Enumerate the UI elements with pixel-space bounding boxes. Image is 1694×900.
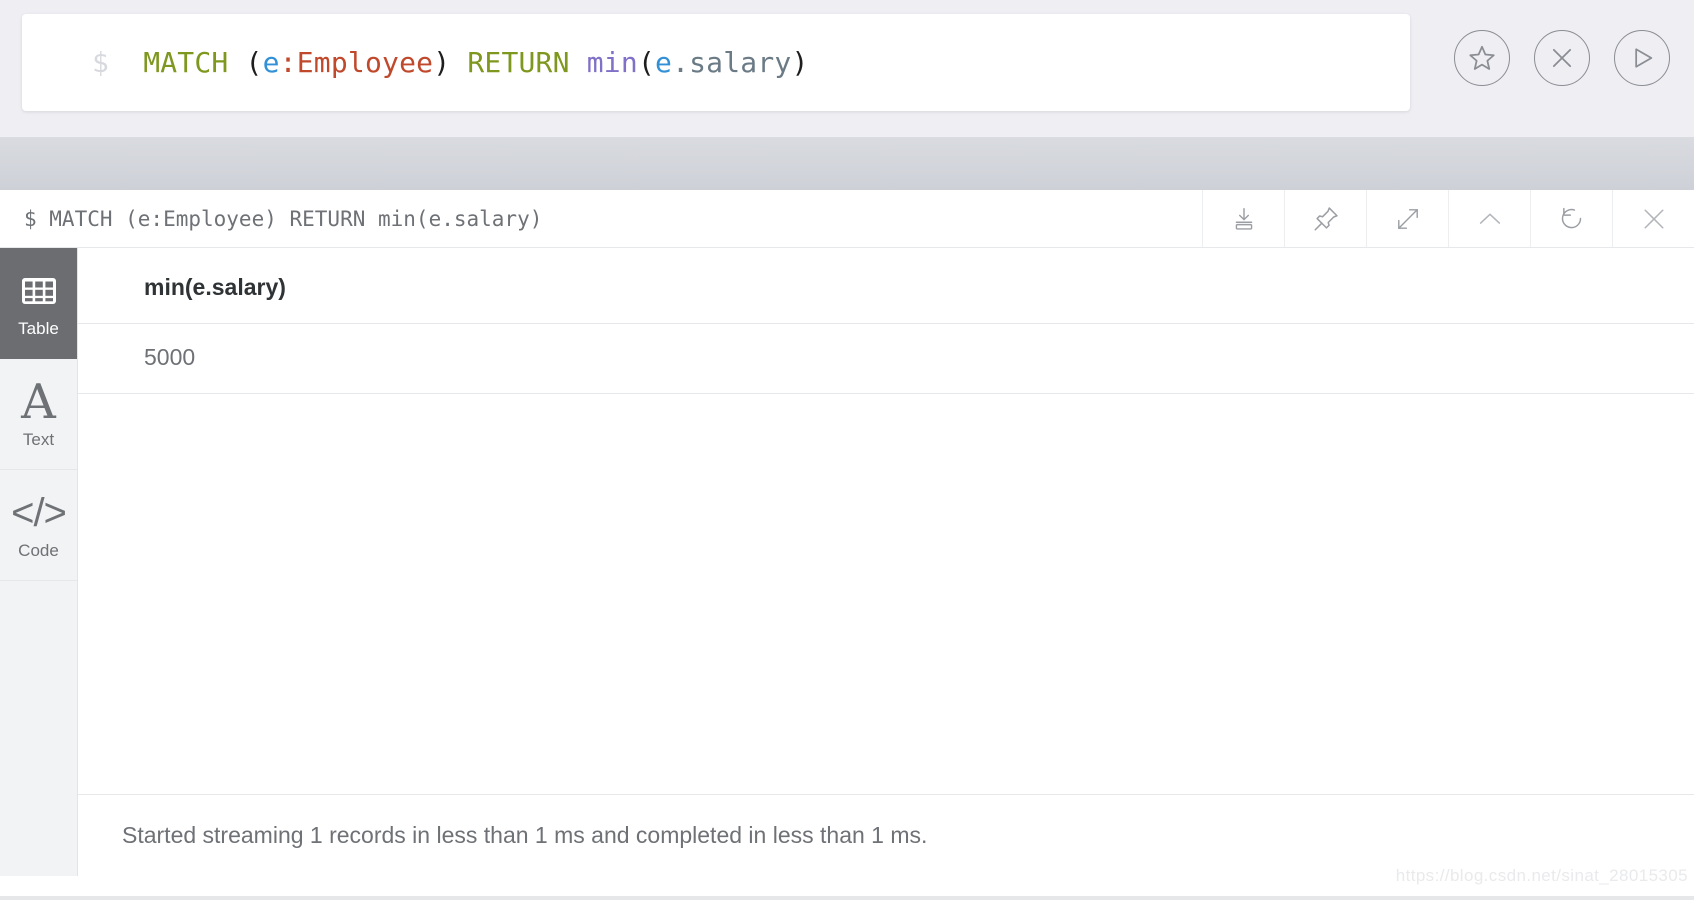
sidebar-item-label-code: Code (18, 540, 59, 560)
close-icon (1640, 205, 1668, 233)
code-icon: </> (11, 490, 67, 535)
clear-button[interactable] (1534, 30, 1590, 86)
query-token-property-salary: .salary (672, 46, 792, 79)
download-button[interactable] (1202, 190, 1284, 247)
favorite-button[interactable] (1454, 30, 1510, 86)
bottom-edge (0, 896, 1694, 900)
editor-frame-separator (0, 137, 1694, 190)
result-table-wrap: min(e.salary) 5000 (78, 248, 1694, 794)
table-body: 5000 (78, 323, 1694, 394)
chevron-up-icon (1476, 205, 1504, 233)
query-token-lparen-1: ( (245, 46, 263, 79)
query-token-return: RETURN (467, 46, 570, 79)
query-token-space-1 (228, 46, 245, 79)
play-icon (1628, 44, 1656, 72)
table-head: min(e.salary) (78, 248, 1694, 324)
result-view-sidebar: Table A Text </> Code (0, 248, 78, 876)
query-token-var-e-2: e (655, 46, 673, 79)
refresh-button[interactable] (1530, 190, 1612, 247)
query-token-var-e-1: e (262, 46, 280, 79)
text-icon: A (21, 373, 56, 430)
expand-button[interactable] (1366, 190, 1448, 247)
query-editor-input[interactable]: $ MATCH (e: Employee) RETURN min(e .salary… (92, 14, 809, 111)
editor-actions (1454, 30, 1670, 86)
sidebar-item-table[interactable]: Table (0, 248, 77, 359)
query-token-colon: : (279, 46, 297, 79)
query-token-label-employee: Employee (296, 46, 434, 79)
table-icon (21, 270, 57, 312)
status-message: Started streaming 1 records in less than… (122, 822, 928, 848)
neo4j-browser: $ MATCH (e: Employee) RETURN min(e .salary… (0, 0, 1694, 900)
refresh-icon (1558, 205, 1585, 232)
pin-icon (1312, 205, 1340, 233)
sidebar-item-label-table: Table (18, 318, 59, 338)
table-cell: 5000 (78, 323, 1694, 394)
expand-icon (1395, 206, 1421, 232)
status-bar: Started streaming 1 records in less than… (78, 794, 1694, 876)
query-token-func-min: min (586, 46, 638, 79)
query-token-rparen-2: ) (791, 46, 809, 79)
result-area: min(e.salary) 5000 Started streaming 1 r… (78, 248, 1694, 876)
result-frame: $ MATCH (e:Employee) RETURN min(e.salary… (0, 190, 1694, 900)
frame-title: $ MATCH (e:Employee) RETURN min(e.salary… (24, 206, 543, 231)
sidebar-item-text[interactable]: A Text (0, 359, 77, 470)
table-row: 5000 (78, 323, 1694, 394)
watermark: https://blog.csdn.net/sinat_28015305 (1395, 866, 1688, 885)
collapse-button[interactable] (1448, 190, 1530, 247)
query-token-rparen-1: ) (433, 46, 451, 79)
table-header-row: min(e.salary) (78, 248, 1694, 324)
download-icon (1231, 206, 1257, 232)
table-column-header[interactable]: min(e.salary) (78, 248, 1694, 324)
query-token-lparen-2: ( (637, 46, 655, 79)
close-circle-icon (1548, 44, 1576, 72)
sidebar-item-code[interactable]: </> Code (0, 470, 77, 581)
query-token-space-3 (570, 46, 587, 79)
query-editor-card[interactable]: $ MATCH (e: Employee) RETURN min(e .salary… (22, 14, 1410, 111)
result-table: min(e.salary) 5000 (78, 248, 1694, 394)
query-token-match: MATCH (143, 46, 229, 79)
frame-body: Table A Text </> Code min(e.salary) 5000… (0, 248, 1694, 876)
close-button[interactable] (1612, 190, 1694, 247)
frame-header: $ MATCH (e:Employee) RETURN min(e.salary… (0, 190, 1694, 248)
sidebar-item-label-text: Text (22, 429, 55, 449)
run-button[interactable] (1614, 30, 1670, 86)
pin-button[interactable] (1284, 190, 1366, 247)
star-icon (1467, 43, 1497, 73)
frame-toolbar (1202, 190, 1694, 247)
prompt-symbol: $ (92, 46, 110, 79)
query-token-space-2 (450, 46, 467, 79)
editor-region: $ MATCH (e: Employee) RETURN min(e .salary… (0, 0, 1694, 137)
